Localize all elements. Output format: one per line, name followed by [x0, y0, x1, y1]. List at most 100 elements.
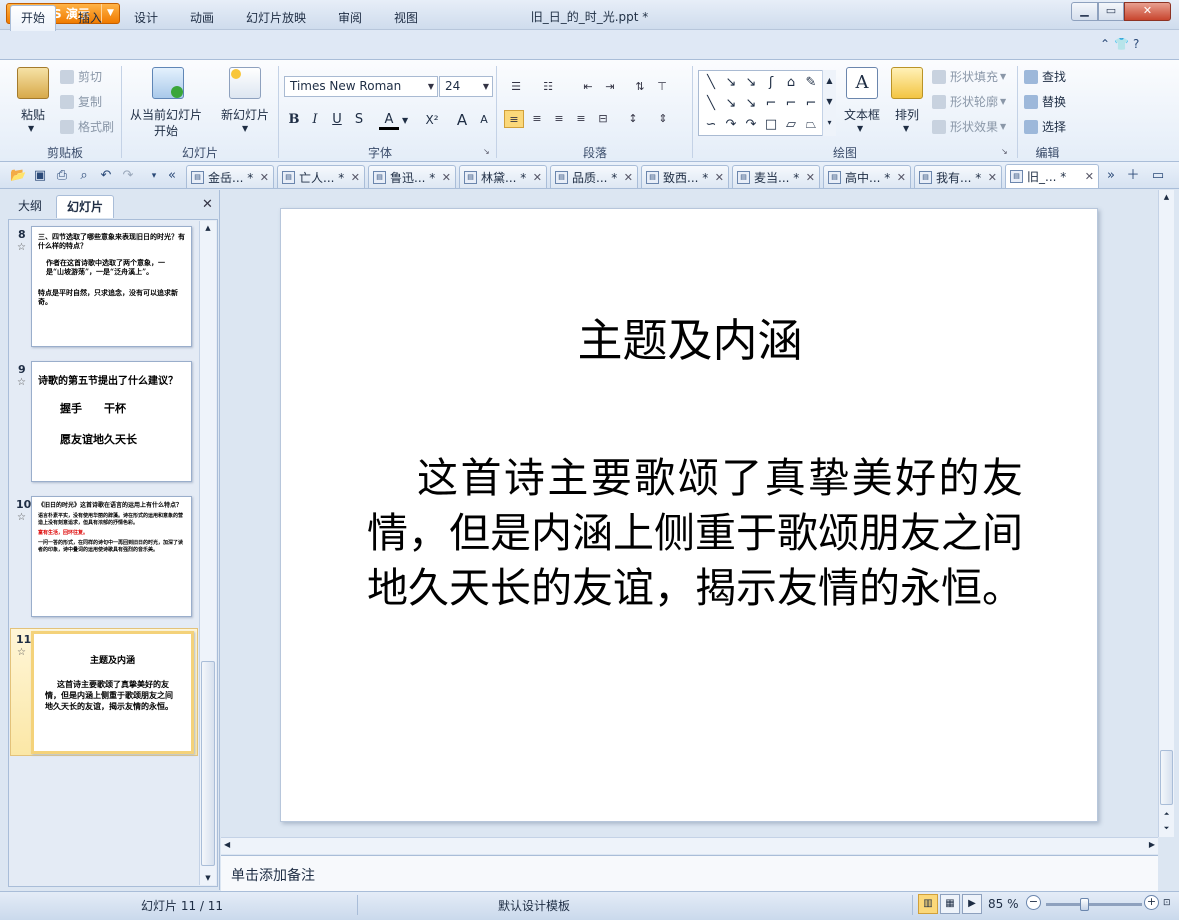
chevron-down-icon[interactable]: ▼: [857, 124, 863, 133]
prev-slide-icon[interactable]: ⏶: [1160, 810, 1173, 823]
redo-icon[interactable]: ↷: [120, 168, 136, 184]
chevron-down-icon[interactable]: ▼: [402, 116, 408, 125]
italic-button[interactable]: I: [305, 110, 325, 130]
dialog-launcher-icon[interactable]: ↘: [483, 147, 490, 156]
open-icon[interactable]: 📂: [10, 168, 26, 184]
double-arrow-shape-icon[interactable]: ↘: [741, 72, 761, 93]
play-from-current-label-2[interactable]: 开始: [128, 122, 204, 139]
find-button[interactable]: 查找: [1024, 68, 1066, 85]
shrink-font-button[interactable]: A: [474, 110, 494, 130]
numbering-icon[interactable]: ☷: [538, 78, 558, 96]
superscript-button[interactable]: X²: [420, 110, 444, 130]
normal-view-icon[interactable]: ▥: [918, 894, 938, 914]
distribute-icon[interactable]: ⊟: [593, 110, 613, 128]
tab-view[interactable]: 视图: [384, 8, 428, 30]
slide-canvas[interactable]: 主题及内涵 这首诗主要歌颂了真挚美好的友情，但是内涵上侧重于歌颂朋友之间地久天长…: [280, 208, 1098, 822]
thumbnails-scrollbar[interactable]: ▲ ▼: [199, 221, 216, 885]
scroll-thumb[interactable]: [1160, 750, 1173, 805]
doc-tab-active[interactable]: ▤ 旧_... * ✕: [1005, 164, 1099, 188]
rectangle-shape-icon[interactable]: □: [761, 114, 781, 135]
align-center-icon[interactable]: ≡: [527, 110, 547, 128]
new-slide-dropdown-icon[interactable]: ▼: [242, 124, 248, 133]
justify-icon[interactable]: ≡: [571, 110, 591, 128]
shape-effect-button[interactable]: 形状效果 ▼: [932, 118, 1006, 135]
notes-pane[interactable]: 单击添加备注: [221, 855, 1158, 891]
print-preview-icon[interactable]: ⌕: [76, 168, 92, 184]
dialog-launcher-icon[interactable]: ↘: [1001, 147, 1008, 156]
doc-tab[interactable]: ▤ 林黛... * ✕: [459, 165, 547, 188]
align-right-icon[interactable]: ≡: [549, 110, 569, 128]
decrease-indent-icon[interactable]: ⇤: [578, 78, 598, 96]
zoom-slider-thumb[interactable]: [1080, 898, 1089, 911]
doc-tab[interactable]: ▤ 鲁迅... * ✕: [368, 165, 456, 188]
increase-indent-icon[interactable]: ⇥: [600, 78, 620, 96]
bullets-icon[interactable]: ☰: [506, 78, 526, 96]
align-left-icon[interactable]: ≡: [504, 110, 524, 128]
elbow-double-icon[interactable]: ⌐: [801, 93, 821, 114]
horizontal-scrollbar[interactable]: ◀ ▶: [221, 837, 1158, 854]
scroll-tabs-left-icon[interactable]: «: [164, 168, 180, 184]
font-size-select[interactable]: 24 ▼: [439, 76, 493, 97]
trapezoid-shape-icon[interactable]: ⏢: [801, 114, 821, 135]
replace-button[interactable]: 替换: [1024, 93, 1066, 110]
paragraph-spacing-icon[interactable]: ⇕: [653, 110, 673, 128]
tab-slideshow[interactable]: 幻灯片放映: [236, 8, 316, 30]
bold-button[interactable]: B: [284, 110, 304, 130]
close-icon[interactable]: ✕: [711, 171, 724, 184]
line-spacing-icon[interactable]: ↕: [623, 110, 643, 128]
new-slide-button[interactable]: 新幻灯片: [215, 106, 275, 123]
close-button[interactable]: ✕: [1124, 2, 1171, 21]
paste-button[interactable]: 粘贴: [12, 106, 54, 123]
scroll-tabs-right-icon[interactable]: »: [1103, 168, 1119, 184]
arrange-button[interactable]: 排列: [886, 106, 928, 123]
fit-window-icon[interactable]: ⊡: [1163, 898, 1171, 908]
tab-review[interactable]: 审阅: [328, 8, 372, 30]
doc-tab[interactable]: ▤ 麦当... * ✕: [732, 165, 820, 188]
scroll-down-icon[interactable]: ▼: [201, 871, 215, 885]
text-direction-icon[interactable]: ⇅: [630, 78, 650, 96]
cut-button[interactable]: 剪切: [60, 68, 102, 85]
slide-thumb-9[interactable]: 诗歌的第五节提出了什么建议？ 握手 干杯 愿友谊地久天长: [31, 361, 192, 482]
curved-connector-icon[interactable]: ∽: [701, 114, 721, 135]
slide-title[interactable]: 主题及内涵: [281, 313, 1099, 369]
select-button[interactable]: 选择: [1024, 118, 1066, 135]
slide-sorter-icon[interactable]: ▦: [940, 894, 960, 914]
grow-font-button[interactable]: A: [452, 110, 472, 130]
connector-shape-icon[interactable]: ╲: [701, 93, 721, 114]
close-icon[interactable]: ✕: [984, 171, 997, 184]
shape-fill-button[interactable]: 形状填充 ▼: [932, 68, 1006, 85]
vertical-scrollbar[interactable]: ▲ ⏶ ⏷: [1158, 190, 1174, 837]
tab-list-icon[interactable]: ▭: [1150, 168, 1166, 184]
play-from-current-icon[interactable]: [152, 67, 184, 99]
zoom-level[interactable]: 85 %: [988, 897, 1019, 911]
undo-icon[interactable]: ↶: [98, 168, 114, 184]
next-slide-icon[interactable]: ⏷: [1160, 824, 1173, 837]
save-icon[interactable]: ▣: [32, 168, 48, 184]
doc-tab[interactable]: ▤ 品质... * ✕: [550, 165, 638, 188]
curved-arrow-icon[interactable]: ↷: [721, 114, 741, 135]
close-icon[interactable]: ✕: [438, 171, 451, 184]
double-connector-icon[interactable]: ↘: [741, 93, 761, 114]
help-icons[interactable]: ⌃👕?: [1100, 37, 1143, 51]
slide-thumb-8[interactable]: 三、四节选取了哪些意象来表现旧日的时光？有什么样的特点？ 作者在这首诗歌中选取了…: [31, 226, 192, 347]
slide-thumb-11[interactable]: 主题及内涵 这首诗主要歌颂了真挚美好的友情，但是内涵上侧重于歌颂朋友之间地久天长…: [31, 631, 194, 754]
curved-double-icon[interactable]: ↷: [741, 114, 761, 135]
textbox-button[interactable]: 文本框: [838, 106, 886, 123]
tab-animation[interactable]: 动画: [180, 8, 224, 30]
doc-tab[interactable]: ▤ 高中... * ✕: [823, 165, 911, 188]
close-icon[interactable]: ✕: [1081, 170, 1094, 183]
arrow-shape-icon[interactable]: ↘: [721, 72, 741, 93]
arrow-connector-icon[interactable]: ↘: [721, 93, 741, 114]
close-icon[interactable]: ✕: [802, 171, 815, 184]
scroll-up-icon[interactable]: ▲: [1160, 193, 1173, 206]
close-icon[interactable]: ✕: [529, 171, 542, 184]
line-shape-icon[interactable]: ╲: [701, 72, 721, 93]
close-icon[interactable]: ✕: [256, 171, 269, 184]
parallelogram-shape-icon[interactable]: ▱: [781, 114, 801, 135]
scroll-up-icon[interactable]: ▲: [201, 221, 215, 235]
skin-icon[interactable]: 👕: [1114, 37, 1133, 51]
elbow-connector-icon[interactable]: ⌐: [761, 93, 781, 114]
font-name-select[interactable]: Times New Roman ▼: [284, 76, 438, 97]
font-color-button[interactable]: A: [379, 110, 399, 130]
tab-slides[interactable]: 幻灯片: [56, 195, 115, 218]
